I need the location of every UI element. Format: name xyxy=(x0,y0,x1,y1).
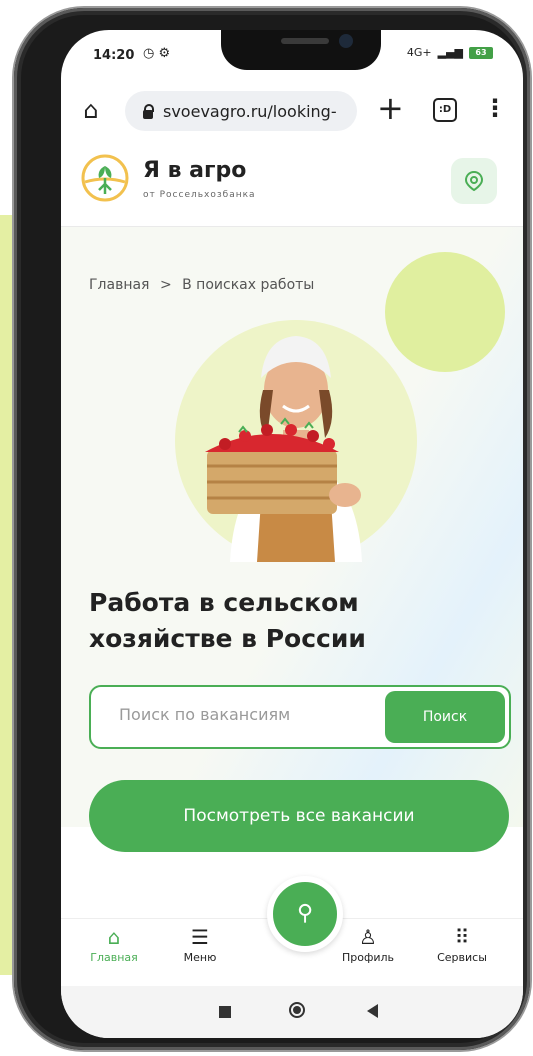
tabs-button[interactable]: :D xyxy=(433,98,457,122)
browser-toolbar: ⌂ svoevagro.ru/looking- + :D ⋮ xyxy=(61,86,523,138)
camera-icon xyxy=(339,34,353,48)
search-icon: ⚲ xyxy=(296,901,314,926)
signal-icon: ▂▄▆ xyxy=(437,46,463,59)
nav-item-menu[interactable]: ☰ Меню xyxy=(165,925,235,964)
url-text: svoevagro.ru/looking- xyxy=(163,101,337,121)
farmer-illustration xyxy=(175,320,417,562)
location-icon xyxy=(464,170,484,192)
search-button[interactable]: Поиск xyxy=(385,691,505,743)
home-system-button[interactable] xyxy=(289,1002,305,1018)
browser-home-button[interactable]: ⌂ xyxy=(75,94,107,126)
home-icon: ⌂ xyxy=(107,925,121,949)
brand-logo-icon[interactable] xyxy=(81,154,129,202)
search-input[interactable]: Поиск по вакансиям xyxy=(119,705,290,724)
nav-item-label: Меню xyxy=(183,951,217,964)
address-bar[interactable]: svoevagro.ru/looking- xyxy=(125,91,357,131)
lock-icon xyxy=(143,103,154,119)
brand-subtitle: от Россельхозбанка xyxy=(143,190,256,200)
speaker-icon xyxy=(281,38,329,44)
nav-item-home[interactable]: ⌂ Главная xyxy=(79,925,149,964)
battery-icon: 63 xyxy=(469,46,493,59)
nav-item-label: Профиль xyxy=(341,951,395,964)
breadcrumb-home[interactable]: Главная xyxy=(89,277,149,293)
location-button[interactable] xyxy=(451,158,497,204)
page-title: Работа в сельском хозяйстве в России xyxy=(89,588,366,653)
nav-item-services[interactable]: ⠿ Сервисы xyxy=(427,925,497,964)
back-button[interactable] xyxy=(367,1004,378,1018)
view-all-vacancies-button[interactable]: Посмотреть все вакансии xyxy=(89,780,509,852)
site-header: Я в агро от Россельхозбанка xyxy=(61,140,523,227)
breadcrumb-current: В поисках работы xyxy=(182,277,315,293)
grid-icon: ⠿ xyxy=(454,925,470,949)
menu-icon: ☰ xyxy=(191,925,209,949)
new-tab-button[interactable]: + xyxy=(377,90,404,126)
nav-item-label: Главная xyxy=(90,951,138,964)
browser-menu-button[interactable]: ⋮ xyxy=(483,92,507,124)
vacancy-search: Поиск по вакансиям Поиск xyxy=(89,685,511,749)
brand-name: Я в агро xyxy=(143,158,247,183)
nav-item-label: Сервисы xyxy=(437,951,487,964)
status-right: 4G+ ▂▄▆ 63 xyxy=(407,46,493,59)
profile-icon: ♙ xyxy=(359,925,377,949)
status-time: 14:20 xyxy=(93,48,135,63)
status-icons: ◷ ⚙ xyxy=(143,46,171,61)
phone-frame: 14:20 ◷ ⚙ 4G+ ▂▄▆ 63 ⌂ svoevagro.ru/look… xyxy=(14,8,530,1050)
breadcrumb-separator-icon: > xyxy=(159,277,172,293)
system-navigation-bar xyxy=(61,986,523,1038)
search-fab-button[interactable]: ⚲ xyxy=(267,876,343,952)
phone-screen: 14:20 ◷ ⚙ 4G+ ▂▄▆ 63 ⌂ svoevagro.ru/look… xyxy=(61,30,523,1038)
camera-notch xyxy=(221,30,381,70)
nav-item-profile[interactable]: ♙ Профиль xyxy=(333,925,403,964)
breadcrumb: Главная > В поисках работы xyxy=(89,277,314,293)
network-indicator: 4G+ xyxy=(406,46,432,59)
recents-button[interactable] xyxy=(219,1006,231,1018)
